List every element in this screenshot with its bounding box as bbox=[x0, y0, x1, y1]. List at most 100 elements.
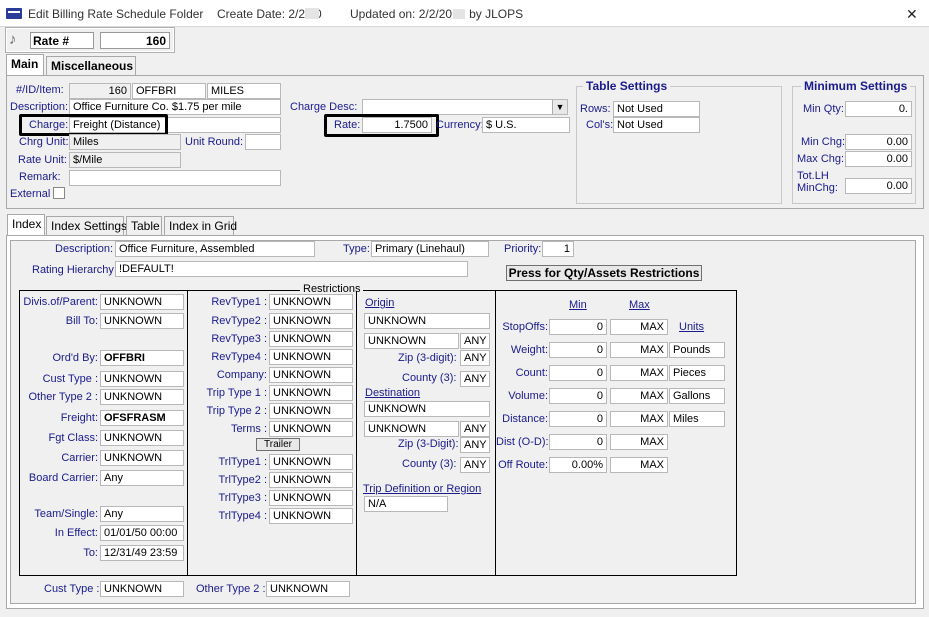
qty-unit-field[interactable]: Pounds bbox=[669, 342, 725, 358]
qty-max-field[interactable]: MAX bbox=[610, 388, 668, 404]
restriction-field[interactable]: Any bbox=[100, 470, 184, 486]
trailer-type-label: TrlType4 : bbox=[218, 510, 268, 522]
cols-label: Col's: bbox=[586, 119, 614, 131]
chrg-unit-field[interactable]: Miles bbox=[69, 134, 181, 150]
restriction-field[interactable]: UNKNOWN bbox=[100, 389, 184, 405]
trailer-type-field[interactable]: UNKNOWN bbox=[269, 490, 353, 506]
id-code-field[interactable]: OFFBRI bbox=[132, 83, 206, 99]
priority-field[interactable]: 1 bbox=[542, 241, 574, 257]
trailer-type-field[interactable]: UNKNOWN bbox=[269, 472, 353, 488]
updated-date: Updated on: 2/2/20 bbox=[350, 7, 453, 21]
qty-max-field[interactable]: MAX bbox=[610, 457, 668, 473]
restriction-field[interactable]: UNKNOWN bbox=[269, 385, 353, 401]
qty-assets-restrictions-button[interactable]: Press for Qty/Assets Restrictions bbox=[506, 265, 702, 281]
destination-any-field[interactable]: ANY bbox=[460, 421, 490, 437]
trip-definition-link[interactable]: Trip Definition or Region bbox=[363, 483, 481, 495]
id-number-field[interactable]: 160 bbox=[69, 83, 131, 99]
qty-unit-field[interactable]: Miles bbox=[669, 411, 725, 427]
restriction-label: Carrier: bbox=[61, 452, 98, 464]
bottom-cust-type-field[interactable]: UNKNOWN bbox=[100, 581, 184, 597]
restriction-field[interactable]: UNKNOWN bbox=[269, 331, 353, 347]
qty-min-field[interactable]: 0 bbox=[549, 342, 607, 358]
tab-index-in-grid[interactable]: Index in Grid bbox=[164, 216, 237, 236]
rating-hierarchy-field[interactable]: !DEFAULT! bbox=[115, 261, 468, 277]
destination-field-2[interactable]: UNKNOWN bbox=[364, 421, 459, 437]
origin-zip-field[interactable]: ANY bbox=[460, 350, 490, 366]
qty-min-field[interactable]: 0 bbox=[549, 434, 607, 450]
origin-field-2[interactable]: UNKNOWN bbox=[364, 333, 459, 349]
chevron-down-icon[interactable]: ▼ bbox=[552, 100, 567, 114]
restriction-field[interactable]: UNKNOWN bbox=[100, 430, 184, 446]
units-header[interactable]: Units bbox=[679, 321, 704, 333]
tab-table[interactable]: Table bbox=[126, 216, 162, 236]
min-chg-field[interactable]: 0.00 bbox=[845, 134, 912, 150]
id-item-field[interactable]: MILES bbox=[207, 83, 281, 99]
unit-round-field[interactable] bbox=[245, 134, 281, 150]
qty-min-field[interactable]: 0 bbox=[549, 365, 607, 381]
min-qty-field[interactable]: 0. bbox=[845, 101, 912, 117]
qty-max-field[interactable]: MAX bbox=[610, 365, 668, 381]
origin-county-field[interactable]: ANY bbox=[460, 371, 490, 387]
qty-min-field[interactable]: 0 bbox=[549, 411, 607, 427]
restriction-field[interactable]: OFFBRI bbox=[100, 350, 184, 366]
restriction-field[interactable]: Any bbox=[100, 506, 184, 522]
restriction-field[interactable]: UNKNOWN bbox=[100, 450, 184, 466]
restriction-field[interactable]: UNKNOWN bbox=[269, 294, 353, 310]
tab-index-settings[interactable]: Index Settings bbox=[46, 216, 127, 236]
restriction-field[interactable]: UNKNOWN bbox=[100, 313, 184, 329]
restriction-field[interactable]: UNKNOWN bbox=[100, 294, 184, 310]
minimum-settings-title: Minimum Settings bbox=[801, 79, 911, 93]
rows-label: Rows: bbox=[580, 103, 611, 115]
charge-desc-select[interactable] bbox=[362, 99, 568, 115]
tab-main[interactable]: Main bbox=[6, 54, 44, 76]
min-header[interactable]: Min bbox=[569, 299, 587, 311]
rate-unit-field[interactable]: $/Mile bbox=[69, 152, 181, 168]
restriction-field[interactable]: UNKNOWN bbox=[269, 349, 353, 365]
qty-max-field[interactable]: MAX bbox=[610, 411, 668, 427]
qty-max-field[interactable]: MAX bbox=[610, 342, 668, 358]
close-icon[interactable]: ✕ bbox=[906, 6, 918, 23]
origin-link[interactable]: Origin bbox=[365, 297, 394, 309]
trailer-type-field[interactable]: UNKNOWN bbox=[269, 508, 353, 524]
restriction-label: Terms : bbox=[230, 423, 267, 435]
trailer-type-label: TrlType2 : bbox=[218, 474, 268, 486]
origin-field-1[interactable]: UNKNOWN bbox=[364, 313, 490, 329]
destination-link[interactable]: Destination bbox=[365, 387, 420, 399]
tot-lh-field[interactable]: 0.00 bbox=[845, 178, 912, 194]
type-field[interactable]: Primary (Linehaul) bbox=[371, 241, 489, 257]
origin-any-field[interactable]: ANY bbox=[460, 333, 490, 349]
remark-field[interactable] bbox=[69, 170, 281, 186]
trip-definition-field[interactable]: N/A bbox=[364, 496, 448, 512]
restriction-field[interactable]: UNKNOWN bbox=[269, 313, 353, 329]
qty-max-field[interactable]: MAX bbox=[610, 319, 668, 335]
restriction-field[interactable]: OFSFRASM bbox=[100, 410, 184, 426]
qty-unit-field[interactable]: Gallons bbox=[669, 388, 725, 404]
rows-field[interactable]: Not Used bbox=[613, 101, 700, 117]
restriction-field[interactable]: 01/01/50 00:00 bbox=[100, 525, 184, 541]
tab-miscellaneous[interactable]: Miscellaneous bbox=[46, 56, 136, 76]
trailer-button[interactable]: Trailer bbox=[256, 438, 300, 451]
bottom-other-type-field[interactable]: UNKNOWN bbox=[266, 581, 350, 597]
qty-max-field[interactable]: MAX bbox=[610, 434, 668, 450]
cols-field[interactable]: Not Used bbox=[613, 117, 700, 133]
external-checkbox[interactable] bbox=[53, 187, 65, 199]
destination-county-field[interactable]: ANY bbox=[460, 457, 490, 473]
destination-field-1[interactable]: UNKNOWN bbox=[364, 401, 490, 417]
description-field[interactable]: Office Furniture Co. $1.75 per mile bbox=[69, 99, 281, 115]
index-description-field[interactable]: Office Furniture, Assembled bbox=[115, 241, 315, 257]
restriction-field[interactable]: UNKNOWN bbox=[269, 421, 353, 437]
tab-index[interactable]: Index bbox=[7, 214, 45, 236]
restriction-field[interactable]: 12/31/49 23:59 bbox=[100, 545, 184, 561]
qty-unit-field[interactable]: Pieces bbox=[669, 365, 725, 381]
qty-min-field[interactable]: 0 bbox=[549, 319, 607, 335]
restriction-field[interactable]: UNKNOWN bbox=[269, 367, 353, 383]
restriction-field[interactable]: UNKNOWN bbox=[100, 371, 184, 387]
trailer-type-field[interactable]: UNKNOWN bbox=[269, 454, 353, 470]
currency-field[interactable]: $ U.S. bbox=[482, 117, 570, 133]
max-header[interactable]: Max bbox=[629, 299, 650, 311]
qty-min-field[interactable]: 0 bbox=[549, 388, 607, 404]
destination-zip-field[interactable]: ANY bbox=[460, 437, 490, 453]
max-chg-field[interactable]: 0.00 bbox=[845, 151, 912, 167]
restriction-field[interactable]: UNKNOWN bbox=[269, 403, 353, 419]
qty-min-field[interactable]: 0.00% bbox=[549, 457, 607, 473]
